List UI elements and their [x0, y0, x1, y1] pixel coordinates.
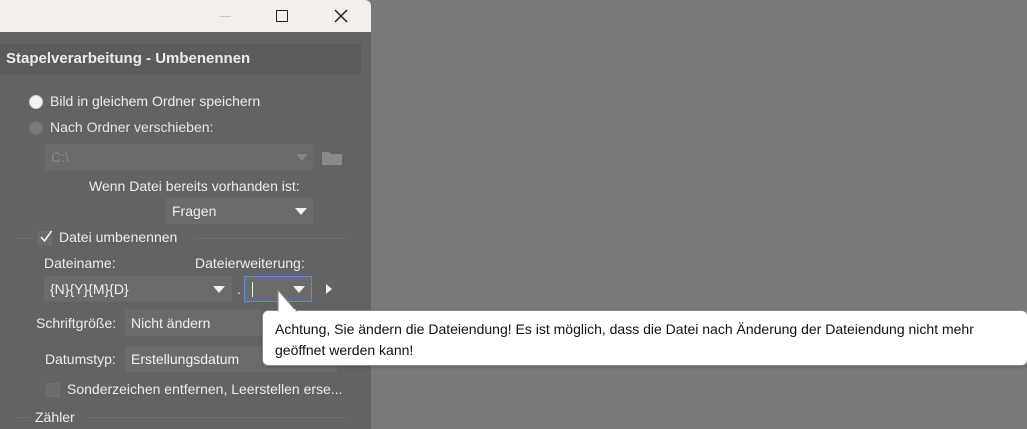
exists-value: Fragen	[172, 203, 217, 219]
exists-dropdown[interactable]	[290, 198, 312, 224]
tooltip-pointer	[277, 290, 298, 312]
filename-dropdown[interactable]	[208, 276, 230, 302]
section-divider	[16, 417, 30, 418]
close-button[interactable]	[313, 0, 369, 32]
maximize-icon	[276, 10, 288, 22]
filename-label: Dateiname:	[44, 255, 116, 271]
tooltip-text: Achtung, Sie ändern die Dateiendung! Es …	[275, 321, 974, 358]
datetype-label: Datumstyp:	[45, 351, 116, 367]
checkmark-icon	[40, 230, 53, 243]
datetype-value: Erstellungsdatum	[131, 351, 240, 367]
rename-label[interactable]: Datei umbenennen	[59, 229, 177, 245]
extension-dot: .	[237, 281, 241, 297]
section-divider	[16, 238, 32, 239]
move-folder-radio[interactable]	[29, 121, 43, 135]
chevron-right-icon[interactable]	[326, 284, 332, 294]
minimize-button[interactable]	[197, 0, 253, 32]
filename-input[interactable]: {N}{Y}{M}{D}	[44, 276, 232, 302]
fontsize-label: Schriftgröße:	[36, 315, 117, 331]
exists-select[interactable]: Fragen	[166, 198, 313, 224]
same-folder-radio[interactable]	[29, 95, 43, 109]
extension-label: Dateierweiterung:	[195, 255, 305, 271]
folder-path-value: C:\	[51, 149, 69, 165]
filename-value: {N}{Y}{M}{D}	[50, 281, 129, 297]
special-chars-label[interactable]: Sonderzeichen entfernen, Leerstellen ers…	[67, 381, 343, 397]
folder-path-dropdown[interactable]	[291, 144, 313, 170]
folder-icon[interactable]	[321, 150, 343, 166]
section-divider	[88, 417, 347, 418]
chevron-down-icon	[295, 207, 307, 215]
text-cursor	[252, 282, 253, 297]
special-chars-checkbox[interactable]	[46, 383, 60, 397]
extension-warning-tooltip: Achtung, Sie ändern die Dateiendung! Es …	[262, 310, 1027, 366]
maximize-button[interactable]	[254, 0, 310, 32]
minimize-icon	[219, 15, 231, 17]
fontsize-value: Nicht ändern	[131, 315, 211, 331]
chevron-down-icon	[213, 285, 225, 293]
chevron-down-icon	[296, 153, 308, 161]
close-icon	[334, 9, 348, 23]
section-divider	[195, 238, 347, 239]
fontsize-select[interactable]: Nicht ändern	[125, 310, 262, 336]
rename-checkbox[interactable]	[38, 230, 53, 245]
move-folder-label[interactable]: Nach Ordner verschieben:	[50, 119, 213, 135]
counter-label: Zähler	[35, 409, 75, 425]
title-bar	[0, 0, 371, 32]
exists-label: Wenn Datei bereits vorhanden ist:	[89, 178, 300, 194]
dialog-title: Stapelverarbeitung - Umbenennen	[0, 44, 361, 74]
folder-path-input[interactable]: C:\	[45, 144, 313, 170]
same-folder-label[interactable]: Bild in gleichem Ordner speichern	[50, 93, 260, 109]
